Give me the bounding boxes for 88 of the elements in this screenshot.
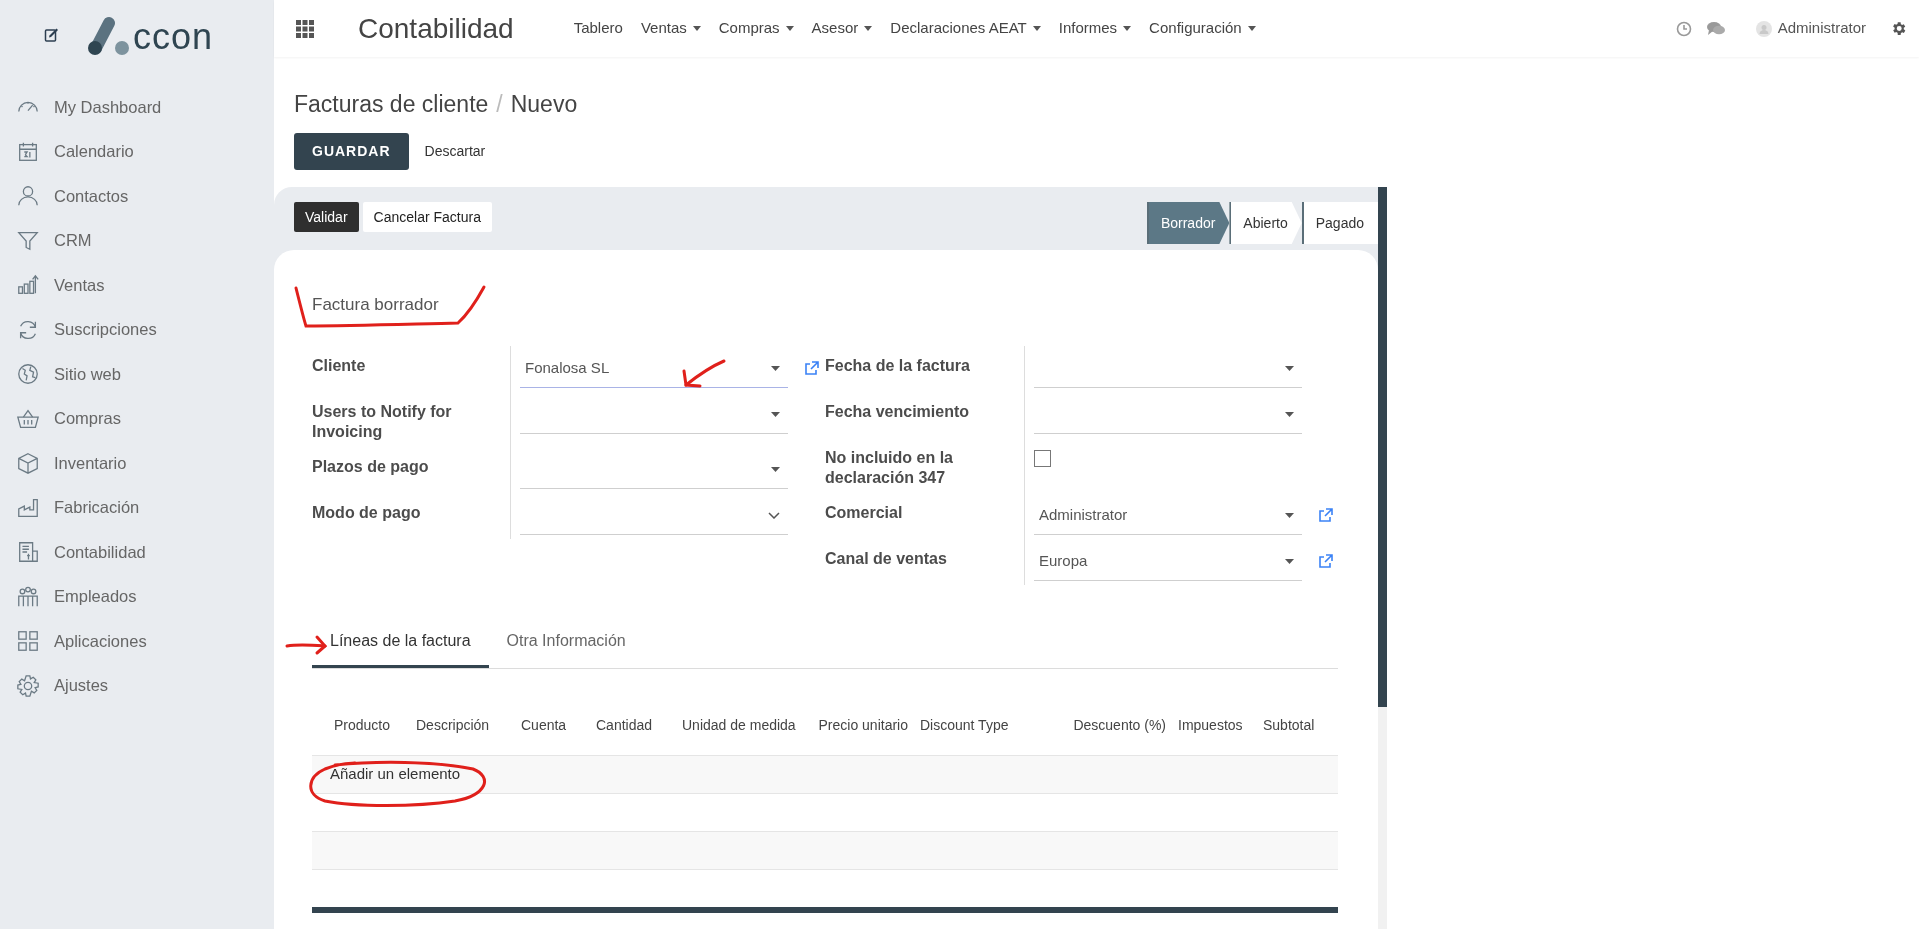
cancel-invoice-button[interactable]: Cancelar Factura <box>362 202 492 232</box>
external-link-icon[interactable] <box>1318 507 1333 523</box>
field-label: Plazos de pago <box>312 456 430 477</box>
dropdown-field[interactable]: Europa <box>1034 542 1302 581</box>
sidebar-item[interactable]: Ventas <box>0 263 274 308</box>
column-header[interactable]: Cuenta <box>515 713 590 736</box>
breadcrumb-separator: / <box>496 90 503 119</box>
globe-icon <box>16 362 40 387</box>
field-label: Modo de pago <box>312 502 422 523</box>
caret-icon <box>1285 512 1294 518</box>
field-label: Comercial <box>825 502 904 523</box>
invoice-icon <box>16 540 40 565</box>
menu-item[interactable]: Tablero <box>573 17 623 40</box>
caret-icon <box>771 466 780 472</box>
column-header[interactable]: Subtotal <box>1257 713 1340 736</box>
tab[interactable]: Líneas de la factura <box>312 628 489 668</box>
column-header[interactable]: Unidad de medida <box>676 713 800 736</box>
save-button[interactable]: GUARDAR <box>294 132 409 170</box>
field-label: Fecha vencimiento <box>825 401 971 422</box>
tab[interactable]: Otra Información <box>488 628 644 668</box>
discard-button[interactable]: Descartar <box>410 132 500 170</box>
dropdown-field[interactable]: Fonalosa SL <box>520 349 788 388</box>
form-title: Factura borrador <box>312 294 439 316</box>
sidebar-item[interactable]: Ajustes <box>0 663 274 708</box>
field-label: Cliente <box>312 355 367 376</box>
menu-item[interactable]: Compras <box>718 17 794 40</box>
external-link-icon[interactable] <box>1318 553 1333 569</box>
sidebar-item[interactable]: Compras <box>0 396 274 441</box>
caret-icon <box>1285 558 1294 564</box>
people-icon <box>16 584 40 609</box>
column-header[interactable]: Precio unitario <box>800 713 914 736</box>
menu-item[interactable]: Asesor <box>811 17 873 40</box>
scrollbar-thumb[interactable] <box>1378 187 1387 707</box>
chat-icon[interactable] <box>1705 20 1726 37</box>
sidebar-item[interactable]: Fabricación <box>0 485 274 530</box>
field-label: Canal de ventas <box>825 548 948 569</box>
settings-icon[interactable] <box>1890 20 1907 37</box>
clock-icon[interactable] <box>1675 20 1692 37</box>
menu-item[interactable]: Configuración <box>1149 17 1256 40</box>
caret-icon <box>1285 411 1294 417</box>
chevron-icon <box>768 511 780 519</box>
sidebar-item[interactable]: Aplicaciones <box>0 619 274 664</box>
sidebar-item[interactable]: My Dashboard <box>0 85 274 130</box>
apps-menu-icon[interactable] <box>296 19 314 38</box>
grid-icon <box>16 629 40 654</box>
box-icon <box>16 451 40 476</box>
column-header[interactable]: Descuento (%) <box>1064 713 1172 736</box>
sidebar-item[interactable]: CRM <box>0 218 274 263</box>
caret-icon <box>1285 365 1294 371</box>
checkbox[interactable] <box>1034 449 1051 467</box>
sidebar-item[interactable]: Inventario <box>0 441 274 486</box>
dropdown-field[interactable]: Administrator <box>1034 496 1302 535</box>
sidebar-item[interactable]: Contabilidad <box>0 530 274 575</box>
menu-item[interactable]: Informes <box>1058 17 1132 40</box>
avatar-icon[interactable] <box>1755 20 1772 37</box>
menu-item[interactable]: Declaraciones AEAT <box>890 17 1041 40</box>
annotation-arrow <box>285 634 329 656</box>
field-label: No incluido en la declaración 347 <box>825 447 954 488</box>
logo-text: ccon <box>133 19 214 55</box>
status-step[interactable]: Abierto <box>1229 202 1302 244</box>
validate-button[interactable]: Validar <box>294 202 359 232</box>
sidebar-item[interactable]: Calendario <box>0 129 274 174</box>
app-title: Contabilidad <box>358 11 514 46</box>
external-link-icon[interactable] <box>804 360 819 376</box>
sidebar-item[interactable]: Sitio web <box>0 352 274 397</box>
breadcrumb-current: Nuevo <box>510 90 578 119</box>
menu-item[interactable]: Ventas <box>640 17 701 40</box>
add-line-link[interactable]: Añadir un elemento <box>330 762 461 786</box>
column-header[interactable]: Impuestos <box>1172 713 1257 736</box>
column-header[interactable]: Producto <box>312 713 410 736</box>
user-name[interactable]: Administrator <box>1777 17 1866 40</box>
sidebar-item[interactable]: Empleados <box>0 574 274 619</box>
breadcrumb-link[interactable]: Facturas de cliente <box>294 87 489 122</box>
sidebar-item[interactable]: Contactos <box>0 174 274 219</box>
column-header[interactable]: Discount Type <box>914 713 1064 736</box>
caret-icon <box>771 365 780 371</box>
logo-mark-icon <box>86 15 130 55</box>
column-header[interactable]: Descripción <box>410 713 515 736</box>
sidebar-item[interactable]: Suscripciones <box>0 307 274 352</box>
caret-icon <box>771 411 780 417</box>
annotation-arrow <box>680 357 728 389</box>
field-label: Users to Notify for Invoicing <box>312 401 453 442</box>
field-label: Fecha de la factura <box>825 355 971 376</box>
column-header[interactable]: Cantidad <box>590 713 676 736</box>
status-step[interactable]: Pagado <box>1301 202 1378 244</box>
gear-icon <box>16 673 40 698</box>
edit-icon[interactable] <box>44 27 60 43</box>
status-step[interactable]: Borrador <box>1146 202 1230 244</box>
